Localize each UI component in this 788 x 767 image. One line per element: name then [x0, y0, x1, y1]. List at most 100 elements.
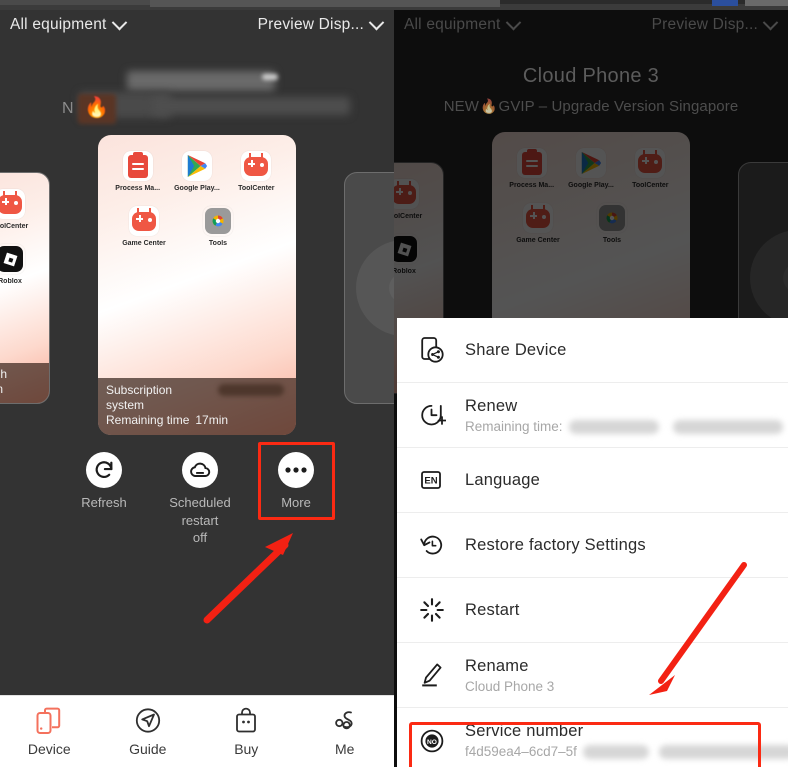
roblox-icon: [0, 244, 25, 274]
masked-title-initial: N: [62, 100, 74, 117]
redaction-bar: [127, 71, 275, 91]
menu-text: Restart: [465, 601, 520, 620]
menu-text: Share Device: [465, 341, 566, 360]
menu-text: Renew Remaining time:: [465, 397, 783, 434]
card-app-grid: ToolCenter Roblox: [0, 173, 49, 299]
service-number-icon: NO: [419, 728, 465, 754]
nav-label-me: Me: [335, 740, 355, 757]
card-footer-line3: Remaining time 17min: [106, 413, 288, 428]
menu-title: Service number: [465, 722, 584, 740]
menu-subtitle: f4d59ea4–6cd7–5f: [465, 744, 788, 759]
app-tile[interactable]: ToolCenter: [0, 189, 36, 230]
nav-item-device[interactable]: Device: [0, 696, 99, 767]
chevron-down-icon: [111, 14, 127, 30]
menu-subtitle-text: f4d59ea4–6cd7–5f: [465, 744, 577, 759]
clipboard-icon: [122, 151, 153, 181]
screenshot-root: All equipment Preview Disp... N 🔥 olCent…: [0, 0, 788, 767]
scheduled-restart-title: Scheduled restart: [169, 495, 231, 528]
nav-label-guide: Guide: [129, 740, 167, 757]
chrome-seg-a: [0, 0, 150, 5]
toolcenter-icon: [0, 189, 25, 219]
card-footer-line2: system: [106, 398, 145, 412]
device-subtitle-prefix: NEW: [443, 98, 479, 115]
app-label: Process Ma...: [115, 185, 161, 192]
device-card-main[interactable]: Process Ma... Google Play... ToolCenter …: [98, 135, 296, 435]
refresh-label: Refresh: [81, 495, 127, 510]
app-tile[interactable]: Tools: [192, 206, 244, 247]
app-label: Tools: [602, 237, 622, 244]
equipment-filter-right[interactable]: All equipment: [404, 14, 521, 34]
card-footer-line2: 7min: [0, 382, 43, 397]
nav-item-me[interactable]: Me: [296, 696, 395, 767]
device-card-partial-left[interactable]: ToolCenter Roblox 4d 4h 7min: [0, 172, 50, 404]
top-chrome-strip: [0, 0, 788, 10]
annotation-arrow-right: [649, 562, 747, 695]
menu-title: Restart: [465, 600, 520, 619]
card-footer-line1: 4d 4h: [0, 367, 8, 381]
menu-subtitle-text: Remaining time:: [465, 418, 563, 434]
flame-icon: 🔥: [84, 97, 109, 119]
language-en-icon: EN: [419, 468, 465, 492]
pencil-icon: [419, 661, 465, 689]
app-label: Google Play...: [568, 182, 614, 189]
redaction-bar: [673, 419, 783, 434]
menu-item-share-device[interactable]: Share Device: [397, 318, 788, 383]
panel-header-left: All equipment Preview Disp...: [0, 10, 394, 52]
menu-text: Service number f4d59ea4–6cd7–5f: [465, 722, 788, 759]
app-label: Tools: [208, 240, 228, 247]
equipment-filter-left[interactable]: All equipment: [10, 14, 127, 34]
panel-before: All equipment Preview Disp... N 🔥 olCent…: [0, 10, 394, 767]
equipment-filter-label: All equipment: [10, 16, 107, 33]
app-label: ToolCenter: [632, 182, 669, 189]
bottom-navigation: Device Guide Buy Me: [0, 695, 394, 767]
menu-item-service-number[interactable]: NO Service number f4d59ea4–6cd7–5f: [397, 708, 788, 767]
app-row: Roblox: [0, 244, 39, 285]
menu-title: Rename: [465, 656, 529, 675]
panel-after: All equipment Preview Disp... Cloud Phon…: [394, 10, 788, 767]
menu-item-language[interactable]: EN Language: [397, 448, 788, 513]
nav-item-buy[interactable]: Buy: [197, 696, 296, 767]
menu-subtitle: Cloud Phone 3: [465, 678, 555, 694]
profile-icon: [331, 707, 359, 735]
menu-item-renew[interactable]: Renew Remaining time:: [397, 383, 788, 448]
remaining-time-label: Remaining time: [106, 413, 190, 427]
menu-title: Restore factory Settings: [465, 535, 646, 554]
nav-label-buy: Buy: [234, 740, 259, 757]
redaction-bar: [659, 745, 788, 759]
menu-title: Language: [465, 470, 541, 489]
preview-display-right[interactable]: Preview Disp...: [651, 14, 779, 34]
chevron-down-icon: [762, 14, 779, 30]
menu-text: Language: [465, 471, 540, 490]
device-card-partial-right[interactable]: B: [344, 172, 394, 404]
preview-display-left[interactable]: Preview Disp...: [257, 14, 385, 34]
restore-icon: [419, 532, 465, 558]
app-label: Roblox: [394, 268, 416, 275]
remaining-time-value: 17min: [195, 413, 229, 427]
chevron-down-icon: [368, 14, 385, 30]
card-footer-partial: 4d 4h 7min: [0, 363, 49, 403]
app-label: Game Center: [516, 237, 560, 244]
redaction-bar: [569, 419, 659, 434]
card-footer-main: Subscription system Remaining time 17min: [98, 378, 296, 435]
redaction-bar: [583, 745, 649, 759]
preview-display-label: Preview Disp...: [257, 16, 364, 33]
nav-item-guide[interactable]: Guide: [99, 696, 198, 767]
chrome-seg-b: [150, 0, 500, 7]
redaction-bar: [152, 97, 350, 115]
app-tile[interactable]: ToolCenter: [230, 151, 282, 192]
redaction-bar: [262, 74, 278, 80]
app-tile[interactable]: Roblox: [0, 244, 36, 285]
menu-text: Rename Cloud Phone 3: [465, 657, 554, 694]
game-center-icon: [129, 206, 159, 236]
preview-display-label: Preview Disp...: [651, 16, 758, 33]
menu-title: Share Device: [465, 340, 567, 359]
device-subtitle: NEW 🔥 GVIP – Upgrade Version Singapore: [394, 98, 788, 115]
app-label: ToolCenter: [394, 213, 423, 220]
refresh-button[interactable]: Refresh: [56, 442, 152, 512]
app-tile[interactable]: Process Ma...: [112, 151, 164, 192]
app-tile[interactable]: Game Center: [118, 206, 170, 247]
equipment-filter-label: All equipment: [404, 16, 501, 33]
svg-text:EN: EN: [424, 476, 437, 487]
menu-subtitle: Remaining time:: [465, 418, 783, 434]
app-tile[interactable]: Google Play...: [171, 151, 223, 192]
